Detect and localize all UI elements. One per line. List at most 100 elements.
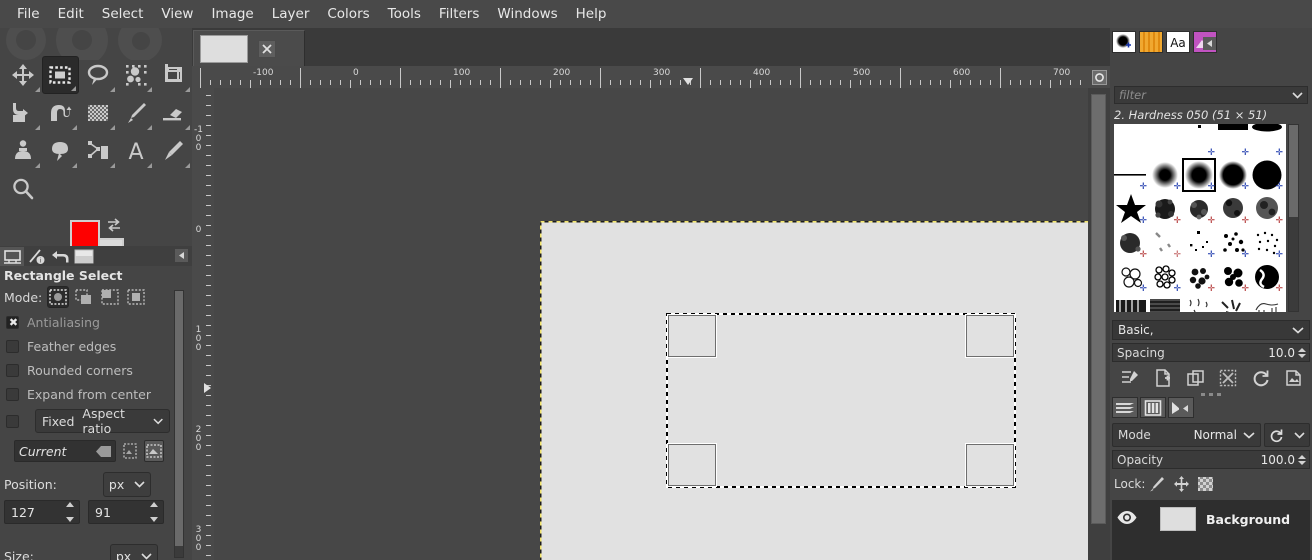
color-picker-tool[interactable] xyxy=(154,132,192,170)
eraser-tool[interactable] xyxy=(154,94,192,132)
menu-layer[interactable]: Layer xyxy=(263,2,319,26)
brush-item[interactable]: ✛ xyxy=(1148,158,1182,192)
brush-filter-input[interactable]: filter xyxy=(1114,86,1308,104)
layer-list[interactable]: Background xyxy=(1112,500,1310,560)
expand-from-center-row[interactable]: Expand from center xyxy=(6,382,192,406)
brush-item[interactable]: ✛ xyxy=(1148,260,1182,294)
stepper-down-icon[interactable] xyxy=(1298,460,1306,465)
brushes-tab[interactable] xyxy=(1112,31,1136,53)
brush-item[interactable] xyxy=(1148,124,1182,158)
brush-item[interactable] xyxy=(1114,294,1148,312)
new-brush-button[interactable] xyxy=(1151,367,1175,389)
vertical-ruler[interactable]: -100 0 100 200 300 xyxy=(192,88,214,560)
brush-item[interactable]: ✛ xyxy=(1250,226,1284,260)
brush-item[interactable]: ✛ xyxy=(1148,192,1182,226)
fixed-aspect-combo[interactable]: Fixed Aspect ratio xyxy=(35,406,170,436)
lock-alpha-icon[interactable] xyxy=(1193,474,1217,494)
brush-item-hardness-050[interactable]: ✛ xyxy=(1182,158,1216,192)
antialiasing-row[interactable]: Antialiasing xyxy=(6,310,192,334)
edit-brush-button[interactable] xyxy=(1118,367,1142,389)
mode-add-button[interactable] xyxy=(73,286,95,308)
rounded-corners-checkbox[interactable] xyxy=(6,363,19,377)
rounded-corners-row[interactable]: Rounded corners xyxy=(6,358,192,382)
brush-item[interactable]: ✛ xyxy=(1182,192,1216,226)
duplicate-brush-button[interactable] xyxy=(1184,367,1208,389)
brush-item[interactable]: ✛ xyxy=(1250,124,1284,158)
brush-grid[interactable]: ✛ ✛ ✛ ✛ ✛ ✛ ✛ ✛ ✛ ✛ ✛ ✛ ✛ ✛ ✛ ✛ ✛ ✛ ✛ ✛ … xyxy=(1114,124,1286,312)
selection-handle-bottom-right[interactable] xyxy=(966,444,1014,486)
brush-item[interactable] xyxy=(1148,294,1182,312)
layer-opacity-stepper[interactable] xyxy=(1298,454,1306,465)
stepper-down-icon[interactable] xyxy=(150,517,158,522)
fuzzy-select-tool[interactable] xyxy=(117,56,155,94)
brush-item[interactable]: ✛ xyxy=(1216,192,1250,226)
tool-options-menu-button[interactable] xyxy=(175,249,188,262)
open-brush-as-image-button[interactable] xyxy=(1282,367,1306,389)
text-tool[interactable]: A xyxy=(117,132,155,170)
images-tab[interactable] xyxy=(72,247,96,266)
brush-item[interactable]: ✛ xyxy=(1182,260,1216,294)
brush-item[interactable]: ✛ xyxy=(1216,226,1250,260)
channels-tab[interactable] xyxy=(1140,397,1166,418)
patterns-tab[interactable] xyxy=(1139,31,1163,53)
menu-file[interactable]: File xyxy=(8,2,49,26)
brush-item[interactable]: ✛ xyxy=(1114,226,1148,260)
zoom-tool[interactable] xyxy=(4,170,42,208)
paintbrush-tool[interactable] xyxy=(117,94,155,132)
layer-mode-reset-button[interactable] xyxy=(1264,423,1310,447)
brush-item[interactable]: ✛ xyxy=(1250,158,1284,192)
brush-item[interactable]: ✛ xyxy=(1114,158,1148,192)
brush-item[interactable] xyxy=(1216,294,1250,312)
layers-tab[interactable] xyxy=(1112,397,1138,418)
portrait-orientation-button[interactable] xyxy=(120,440,140,462)
brush-grid-scrollbar[interactable] xyxy=(1288,124,1299,312)
free-select-tool[interactable] xyxy=(79,56,117,94)
position-unit-combo[interactable]: px xyxy=(102,471,151,497)
tool-options-tab[interactable] xyxy=(0,246,24,266)
horizontal-ruler[interactable]: -100 0 100 200 300 400 500 600 700 xyxy=(192,66,1110,88)
mode-replace-button[interactable] xyxy=(47,286,70,308)
tool-options-scroll-thumb[interactable] xyxy=(175,291,183,546)
delete-brush-button[interactable] xyxy=(1216,367,1240,389)
position-y-stepper[interactable] xyxy=(150,502,161,522)
paths-tool[interactable] xyxy=(79,132,117,170)
menu-colors[interactable]: Colors xyxy=(318,2,378,26)
brushes-menu-button[interactable] xyxy=(1203,37,1216,50)
menu-select[interactable]: Select xyxy=(93,2,153,26)
aspect-ratio-input[interactable]: Current xyxy=(14,440,116,462)
brush-item[interactable]: ✛ xyxy=(1114,192,1148,226)
menu-windows[interactable]: Windows xyxy=(488,2,566,26)
layer-mode-combo[interactable]: Mode Normal xyxy=(1112,423,1261,447)
gradient-tool[interactable] xyxy=(79,94,117,132)
position-x-input[interactable]: 127 xyxy=(4,500,80,524)
menu-edit[interactable]: Edit xyxy=(49,2,93,26)
move-tool[interactable] xyxy=(4,56,42,94)
menu-image[interactable]: Image xyxy=(202,2,262,26)
position-y-input[interactable]: 91 xyxy=(88,500,164,524)
stepper-up-icon[interactable] xyxy=(66,502,74,507)
close-icon[interactable] xyxy=(258,39,276,58)
brush-item[interactable] xyxy=(1114,124,1148,158)
stepper-down-icon[interactable] xyxy=(1298,353,1306,358)
undo-history-tab[interactable] xyxy=(48,247,72,266)
selection-handle-top-left[interactable] xyxy=(668,315,716,357)
menu-help[interactable]: Help xyxy=(567,2,616,26)
menu-tools[interactable]: Tools xyxy=(379,2,430,26)
brush-item[interactable]: ✛ xyxy=(1216,124,1250,158)
rectangle-select-tool[interactable] xyxy=(41,56,80,94)
smudge-tool[interactable] xyxy=(42,132,80,170)
brush-preset-combo[interactable]: Basic, xyxy=(1112,320,1310,340)
device-status-tab[interactable]: i xyxy=(24,247,48,266)
refresh-brushes-button[interactable] xyxy=(1249,367,1273,389)
stepper-up-icon[interactable] xyxy=(1298,347,1306,352)
selection-handle-top-right[interactable] xyxy=(966,315,1014,357)
menu-view[interactable]: View xyxy=(152,2,202,26)
brush-item[interactable]: ✛ xyxy=(1216,260,1250,294)
spacing-stepper[interactable] xyxy=(1298,347,1306,358)
mode-subtract-button[interactable] xyxy=(99,286,121,308)
brush-item[interactable] xyxy=(1250,294,1284,312)
brush-item[interactable]: ✛ xyxy=(1250,192,1284,226)
mode-intersect-button[interactable] xyxy=(125,286,147,308)
fixed-checkbox[interactable] xyxy=(6,414,19,428)
brush-item[interactable]: ✛ xyxy=(1182,124,1216,158)
